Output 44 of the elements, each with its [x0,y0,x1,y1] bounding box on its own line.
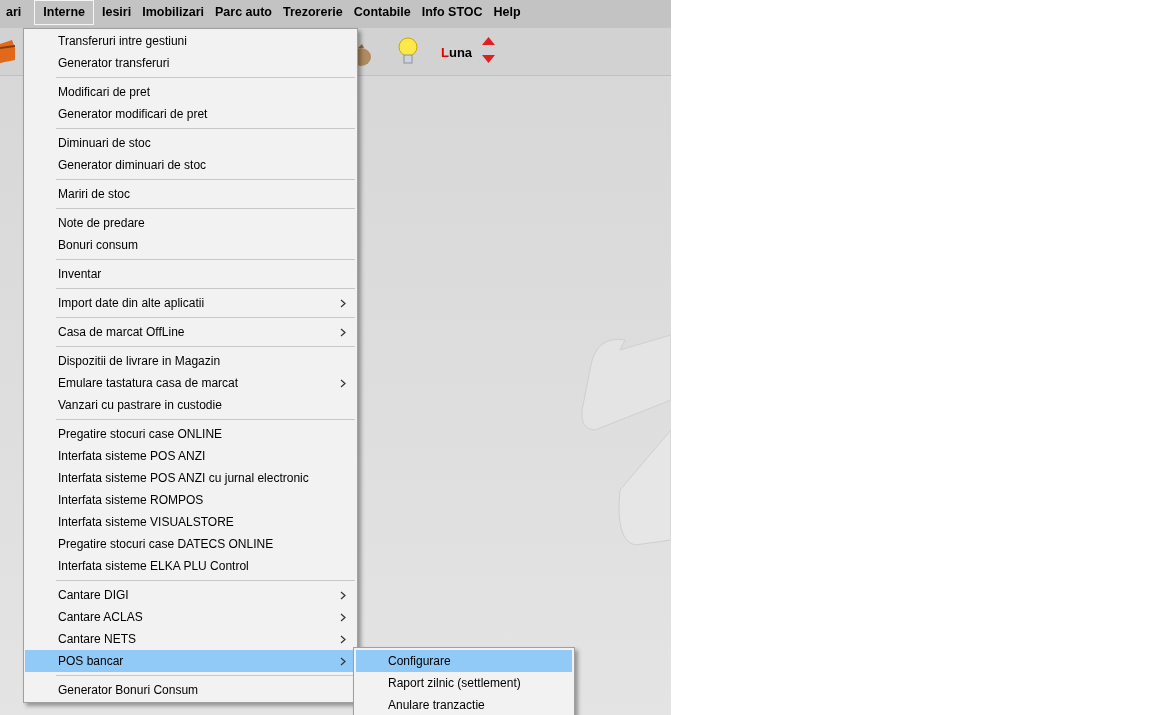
menu-item[interactable]: Interfata sisteme ROMPOS [25,489,356,511]
menu-bar-item[interactable]: Interne [34,0,94,25]
menu-item[interactable]: Vanzari cu pastrare in custodie [25,394,356,416]
menu-item[interactable]: Mariri de stoc [25,183,356,205]
menu-bar-item[interactable]: Trezorerie [277,0,348,25]
menu-item[interactable]: Inventar [25,263,356,285]
menu-item[interactable]: Configurare [356,650,572,672]
menu-bar-item[interactable]: ari [1,0,27,25]
up-arrow-icon[interactable] [482,37,495,45]
menu-item[interactable]: Generator modificari de pret [25,103,356,125]
menu-item[interactable]: Modificari de pret [25,81,356,103]
down-arrow-icon[interactable] [482,55,495,63]
menu-item[interactable]: Transferuri intre gestiuni [25,30,356,52]
menu-item[interactable]: Pregatire stocuri case ONLINE [25,423,356,445]
menu-item[interactable]: Cantare ACLAS [25,606,356,628]
lightbulb-icon[interactable] [398,37,418,67]
menu-item[interactable]: POS bancar [25,650,356,672]
menu-item[interactable]: Emulare tastatura casa de marcat [25,372,356,394]
menu-item[interactable]: Raport zilnic (settlement) [356,672,572,694]
menu-bar-item[interactable]: Iesiri [97,0,137,25]
menu-bar-item[interactable]: Help [488,0,526,25]
menu-item[interactable]: Import date din alte aplicatii [25,292,356,314]
menu-item[interactable]: Generator Bonuri Consum [25,679,356,701]
menu-item[interactable]: Note de predare [25,212,356,234]
menu-item[interactable]: Interfata sisteme POS ANZI cu jurnal electronic [25,467,356,489]
menu-bar-item[interactable]: Imobilizari [137,0,209,25]
menu-item[interactable]: Cantare NETS [25,628,356,650]
menu-item[interactable]: Generator diminuari de stoc [25,154,356,176]
menu-item[interactable]: Dispozitii de livrare in Magazin [25,350,356,372]
menu-item[interactable]: Bonuri consum [25,234,356,256]
menu-bar-item[interactable]: Contabile [348,0,416,25]
menu-item[interactable]: Pregatire stocuri case DATECS ONLINE [25,533,356,555]
menu-item[interactable]: Diminuari de stoc [25,132,356,154]
menu-item[interactable]: Generator transferuri [25,52,356,74]
menu-item[interactable]: Cantare DIGI [25,584,356,606]
menu-item[interactable]: Interfata sisteme POS ANZI [25,445,356,467]
menu-item[interactable]: Interfata sisteme VISUALSTORE [25,511,356,533]
menu-item[interactable]: Casa de marcat OffLine [25,321,356,343]
period-label: Luna [441,44,473,62]
menu-item[interactable]: Anulare tranzactie [356,694,572,715]
toolbox-icon[interactable] [0,38,15,64]
menu-item[interactable]: Interfata sisteme ELKA PLU Control [25,555,356,577]
menu-bar-item[interactable]: Info STOC [416,0,488,25]
menu-bar-item[interactable]: Parc auto [210,0,277,25]
